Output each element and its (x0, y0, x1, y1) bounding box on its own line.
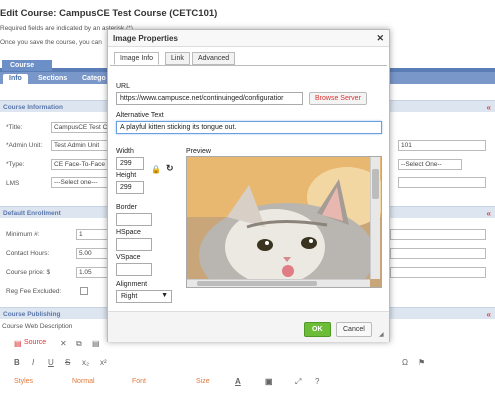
subtab-categories[interactable]: Catego (82, 75, 106, 85)
font-dropdown[interactable]: Font (132, 378, 146, 385)
source-icon[interactable]: ▤ (14, 339, 22, 348)
close-icon[interactable]: ✕ (376, 33, 384, 44)
cancel-button[interactable]: Cancel (336, 322, 372, 337)
hspace-input[interactable] (116, 238, 152, 251)
subscript-icon[interactable]: x₂ (82, 358, 89, 367)
height-label: Height (116, 172, 137, 179)
chevron-down-icon: ▼ (161, 292, 168, 299)
vspace-input[interactable] (116, 263, 152, 276)
preview-horizontal-scrollbar[interactable] (187, 279, 370, 287)
copy-icon[interactable]: ⧉ (76, 339, 82, 349)
strike-icon[interactable]: S (65, 358, 70, 367)
title-input[interactable]: CampusCE Test C (51, 122, 111, 133)
size-dropdown[interactable]: Size (196, 378, 210, 385)
web-description-label: Course Web Description (2, 323, 73, 330)
contact-hours-input[interactable]: 5.00 (76, 248, 111, 259)
paste-icon[interactable]: ▤ (92, 339, 100, 348)
chevron-up-icon[interactable]: « (487, 103, 491, 112)
save-note: Once you save the course, you can (0, 39, 102, 46)
chevron-up-icon[interactable]: « (487, 209, 491, 218)
vspace-label: VSpace (116, 254, 141, 261)
right-field-3[interactable] (390, 267, 486, 278)
height-input[interactable]: 299 (116, 181, 144, 194)
tab-course[interactable]: Course (2, 60, 52, 71)
superscript-icon[interactable]: x² (100, 358, 107, 367)
reg-fee-label: Reg Fee Excluded: (6, 288, 62, 295)
italic-icon[interactable]: I (32, 358, 34, 367)
omega-icon[interactable]: Ω (402, 358, 408, 367)
subtab-sections[interactable]: Sections (38, 75, 67, 85)
editor-toolbar: ▤ Source ✕ ⧉ ▤ B I U S x₂ x² Ω ⚑ Styles … (0, 333, 495, 393)
page-title: Edit Course: CampusCE Test Course (CETC1… (0, 8, 218, 19)
lms-select[interactable]: ---Select one--- (51, 177, 111, 188)
width-label: Width (116, 148, 134, 155)
maximize-icon[interactable]: ⤢ (295, 377, 301, 387)
preview-box (186, 156, 387, 307)
underline-icon[interactable]: U (48, 358, 54, 367)
dialog-title: Image Properties (108, 30, 389, 47)
dialog-footer: OK Cancel ◢ (108, 311, 389, 342)
styles-dropdown[interactable]: Styles (14, 378, 33, 385)
tab-link[interactable]: Link (165, 52, 190, 65)
text-color-icon[interactable]: A (235, 377, 241, 386)
resize-grip-icon[interactable]: ◢ (379, 331, 384, 338)
border-label: Border (116, 204, 138, 211)
section-title: Default Enrollment (3, 210, 61, 217)
hspace-label: HSpace (116, 229, 141, 236)
right-select[interactable]: --Select One-- (398, 159, 462, 170)
alt-text-input[interactable]: A playful kitten sticking its tongue out… (116, 121, 382, 134)
price-label: Course price: $ (6, 269, 51, 276)
chevron-up-icon[interactable]: « (487, 310, 491, 319)
url-input[interactable]: https://www.campusce.net/continuinged/co… (116, 92, 303, 105)
title-label: *Title: (6, 124, 23, 131)
section-title: Course Information (3, 104, 63, 111)
flag-icon[interactable]: ⚑ (418, 358, 425, 367)
scroll-thumb[interactable] (197, 281, 317, 286)
source-button[interactable]: Source (24, 339, 46, 346)
url-label: URL (116, 83, 131, 90)
cut-icon[interactable]: ✕ (60, 339, 67, 348)
alignment-select[interactable]: Right ▼ (116, 290, 172, 303)
lock-icon[interactable]: 🔒 (151, 165, 161, 174)
right-field-2[interactable] (390, 248, 486, 259)
minimum-label: Minimum #: (6, 231, 40, 238)
admin-unit-input[interactable]: Test Admin Unit (51, 140, 111, 151)
image-properties-dialog: Image Properties ✕ Image Info Link Advan… (107, 29, 390, 342)
browse-server-button[interactable]: Browse Server (309, 92, 367, 105)
section-title: Course Publishing (3, 311, 61, 318)
minimum-input[interactable]: 1 (76, 229, 111, 240)
alignment-label: Alignment (116, 281, 148, 288)
kitten-preview-image (187, 157, 387, 307)
course-number-input[interactable]: 101 (398, 140, 486, 151)
right-input[interactable] (398, 177, 486, 188)
reset-icon[interactable]: ↻ (166, 163, 174, 174)
contact-hours-label: Contact Hours: (6, 250, 50, 257)
price-input[interactable]: 1.05 (76, 267, 111, 278)
bold-icon[interactable]: B (14, 358, 20, 367)
lms-label: LMS (6, 180, 20, 187)
scroll-thumb[interactable] (372, 169, 379, 199)
tab-image-info[interactable]: Image Info (114, 52, 160, 65)
admin-unit-label: *Admin Unit: (6, 142, 43, 149)
right-field-1[interactable] (390, 229, 486, 240)
reg-fee-checkbox[interactable] (80, 287, 88, 295)
tab-advanced[interactable]: Advanced (192, 52, 236, 65)
type-select[interactable]: CE Face-To-Face (51, 159, 111, 170)
alt-text-label: Alternative Text (116, 112, 164, 119)
type-label: *Type: (6, 161, 25, 168)
format-dropdown[interactable]: Normal (72, 378, 95, 385)
bg-color-icon[interactable]: ▣ (265, 377, 273, 386)
help-icon[interactable]: ? (315, 377, 319, 386)
border-input[interactable] (116, 213, 152, 226)
preview-vertical-scrollbar[interactable] (370, 157, 380, 279)
subtab-info[interactable]: Info (3, 74, 28, 84)
preview-label: Preview (186, 148, 211, 155)
ok-button[interactable]: OK (304, 322, 331, 337)
width-input[interactable]: 299 (116, 157, 144, 170)
alignment-value: Right (121, 293, 138, 300)
